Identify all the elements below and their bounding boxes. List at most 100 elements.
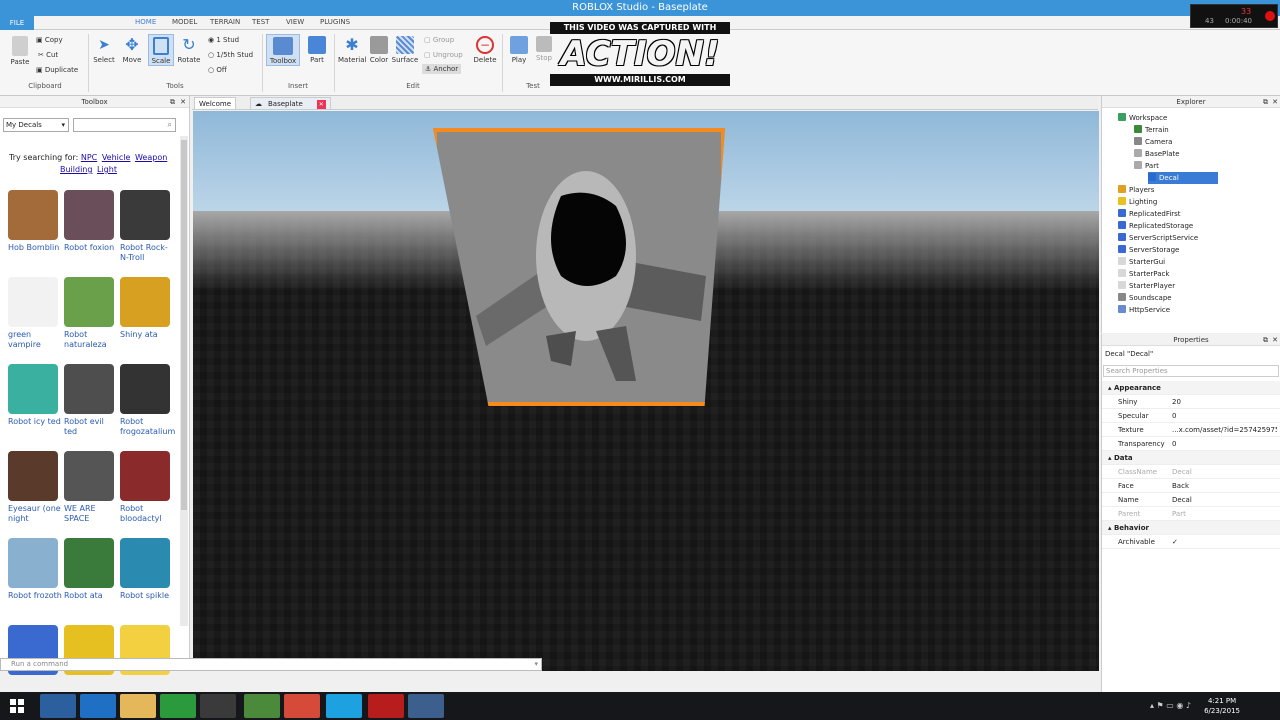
property-row[interactable]: Name Decal: [1102, 493, 1280, 507]
duplicate-button[interactable]: ▣ Duplicate: [36, 66, 78, 74]
play-button[interactable]: Play: [506, 36, 532, 64]
file-explorer-icon[interactable]: [120, 694, 156, 718]
close-icon[interactable]: ✕: [180, 96, 186, 108]
explorer-node[interactable]: ServerStorage: [1118, 244, 1179, 256]
surface-button[interactable]: Surface: [391, 36, 419, 64]
toolbox-item[interactable]: Robot evil ted: [64, 364, 118, 437]
3d-viewport[interactable]: [193, 111, 1099, 671]
property-value[interactable]: 0: [1172, 409, 1277, 423]
skype-icon[interactable]: [326, 694, 362, 718]
property-value[interactable]: Decal: [1172, 465, 1277, 479]
explorer-node[interactable]: ReplicatedFirst: [1118, 208, 1181, 220]
toolbox-item[interactable]: Shiny ata: [120, 277, 174, 340]
property-row[interactable]: Transparency 0: [1102, 437, 1280, 451]
property-section[interactable]: ▴ Behavior: [1102, 521, 1280, 535]
toolbox-item[interactable]: Robot frogozatalium: [120, 364, 175, 437]
suggestion-weapon[interactable]: Weapon: [135, 153, 167, 162]
category-dropdown[interactable]: My Decals ▾: [3, 118, 69, 132]
tab-view[interactable]: VIEW: [286, 18, 304, 26]
undock-icon[interactable]: ⧉: [170, 96, 175, 108]
tray-icons[interactable]: ▴ ⚑ ▭ ◉ ♪: [1150, 701, 1191, 710]
undock-icon[interactable]: ⧉: [1263, 334, 1268, 346]
system-clock[interactable]: 4:21 PM 6/23/2015: [1204, 696, 1240, 716]
snap-off[interactable]: ○ Off: [208, 66, 227, 74]
chevron-down-icon[interactable]: ▾: [534, 659, 538, 670]
property-row[interactable]: Archivable ✓: [1102, 535, 1280, 549]
property-value[interactable]: Decal: [1172, 493, 1277, 507]
property-row[interactable]: ClassName Decal: [1102, 465, 1280, 479]
anchor-button[interactable]: ⚓ Anchor: [422, 64, 462, 74]
tab-test[interactable]: TEST: [252, 18, 269, 26]
explorer-node[interactable]: Soundscape: [1118, 292, 1172, 304]
property-value[interactable]: Part: [1172, 507, 1277, 521]
property-row[interactable]: Specular 0: [1102, 409, 1280, 423]
property-section[interactable]: ▴ Appearance: [1102, 381, 1280, 395]
toolbox-item[interactable]: Robot frozoth: [8, 538, 62, 601]
paste-button[interactable]: Paste: [8, 36, 32, 66]
explorer-node[interactable]: ServerScriptService: [1118, 232, 1198, 244]
tab-home[interactable]: HOME: [135, 18, 156, 26]
media-app-icon[interactable]: [200, 694, 236, 718]
explorer-node[interactable]: StarterPack: [1118, 268, 1169, 280]
explorer-node[interactable]: Decal: [1148, 172, 1218, 184]
move-button[interactable]: ✥ Move: [120, 36, 144, 65]
suggestion-vehicle[interactable]: Vehicle: [102, 153, 131, 162]
explorer-node[interactable]: StarterPlayer: [1118, 280, 1175, 292]
property-value[interactable]: Back: [1172, 479, 1277, 493]
explorer-node[interactable]: Part: [1134, 160, 1159, 172]
explorer-node[interactable]: ReplicatedStorage: [1118, 220, 1193, 232]
toolbox-scrollbar[interactable]: [180, 136, 188, 626]
copy-button[interactable]: ▣ Copy: [36, 36, 63, 44]
scrollbar-thumb[interactable]: [181, 140, 187, 510]
toolbox-item[interactable]: Robot bloodactyl: [120, 451, 174, 524]
property-value[interactable]: 20: [1172, 395, 1277, 409]
explorer-node[interactable]: Players: [1118, 184, 1154, 196]
toolbox-item[interactable]: WE ARE SPACE: [64, 451, 118, 524]
property-row[interactable]: Face Back: [1102, 479, 1280, 493]
part-button[interactable]: Part: [304, 36, 330, 64]
delete-button[interactable]: − Delete: [472, 36, 498, 64]
action-recorder-icon[interactable]: [368, 694, 404, 718]
explorer-node[interactable]: Terrain: [1134, 124, 1169, 136]
file-menu-button[interactable]: FILE: [0, 16, 34, 30]
toolbox-item[interactable]: Robot ata: [64, 538, 118, 601]
rotate-button[interactable]: ↻ Rotate: [176, 36, 202, 65]
property-section[interactable]: ▴ Data: [1102, 451, 1280, 465]
ungroup-button[interactable]: ▢ Ungroup: [424, 51, 463, 59]
property-value[interactable]: ...x.com/asset/?id=257425975: [1172, 423, 1277, 437]
property-value[interactable]: ✓: [1172, 535, 1277, 549]
close-tab-icon[interactable]: ✕: [316, 100, 326, 109]
tab-plugins[interactable]: PLUGINS: [320, 18, 350, 26]
property-search-input[interactable]: Search Properties: [1103, 365, 1279, 377]
scale-button[interactable]: Scale: [148, 34, 174, 66]
windows-start-icon[interactable]: [4, 694, 30, 718]
close-icon[interactable]: ✕: [1272, 96, 1278, 108]
taskbar-app-icon[interactable]: [40, 694, 76, 718]
explorer-node[interactable]: Workspace: [1118, 112, 1167, 124]
toolbox-button[interactable]: Toolbox: [266, 34, 300, 66]
minecraft-icon[interactable]: [244, 694, 280, 718]
toolbox-item[interactable]: Robot naturaleza: [64, 277, 118, 350]
toolbox-item[interactable]: Robot icy ted: [8, 364, 62, 427]
suggestion-light[interactable]: Light: [97, 165, 117, 174]
tab-model[interactable]: MODEL: [172, 18, 197, 26]
property-row[interactable]: Shiny 20: [1102, 395, 1280, 409]
explorer-node[interactable]: Lighting: [1118, 196, 1157, 208]
suggestion-building[interactable]: Building: [60, 165, 92, 174]
toolbox-item[interactable]: Robot spikle: [120, 538, 174, 601]
roblox-studio-icon[interactable]: [408, 694, 444, 718]
snap-1-stud[interactable]: ◉ 1 Stud: [208, 36, 239, 44]
explorer-node[interactable]: StarterGui: [1118, 256, 1165, 268]
material-button[interactable]: ✱ Material: [338, 36, 366, 65]
group-button[interactable]: ▢ Group: [424, 36, 454, 44]
store-icon[interactable]: [160, 694, 196, 718]
undock-icon[interactable]: ⧉: [1263, 96, 1268, 108]
snap-fifth-stud[interactable]: ○ 1/5th Stud: [208, 51, 253, 59]
suggestion-npc[interactable]: NPC: [81, 153, 97, 162]
toolbox-item[interactable]: green vampire: [8, 277, 62, 350]
property-row[interactable]: Texture ...x.com/asset/?id=257425975: [1102, 423, 1280, 437]
tab-welcome[interactable]: Welcome: [194, 97, 237, 109]
quick-access-toolbar[interactable]: [42, 18, 114, 28]
property-row[interactable]: Parent Part: [1102, 507, 1280, 521]
toolbox-search-input[interactable]: ⌕: [73, 118, 176, 132]
